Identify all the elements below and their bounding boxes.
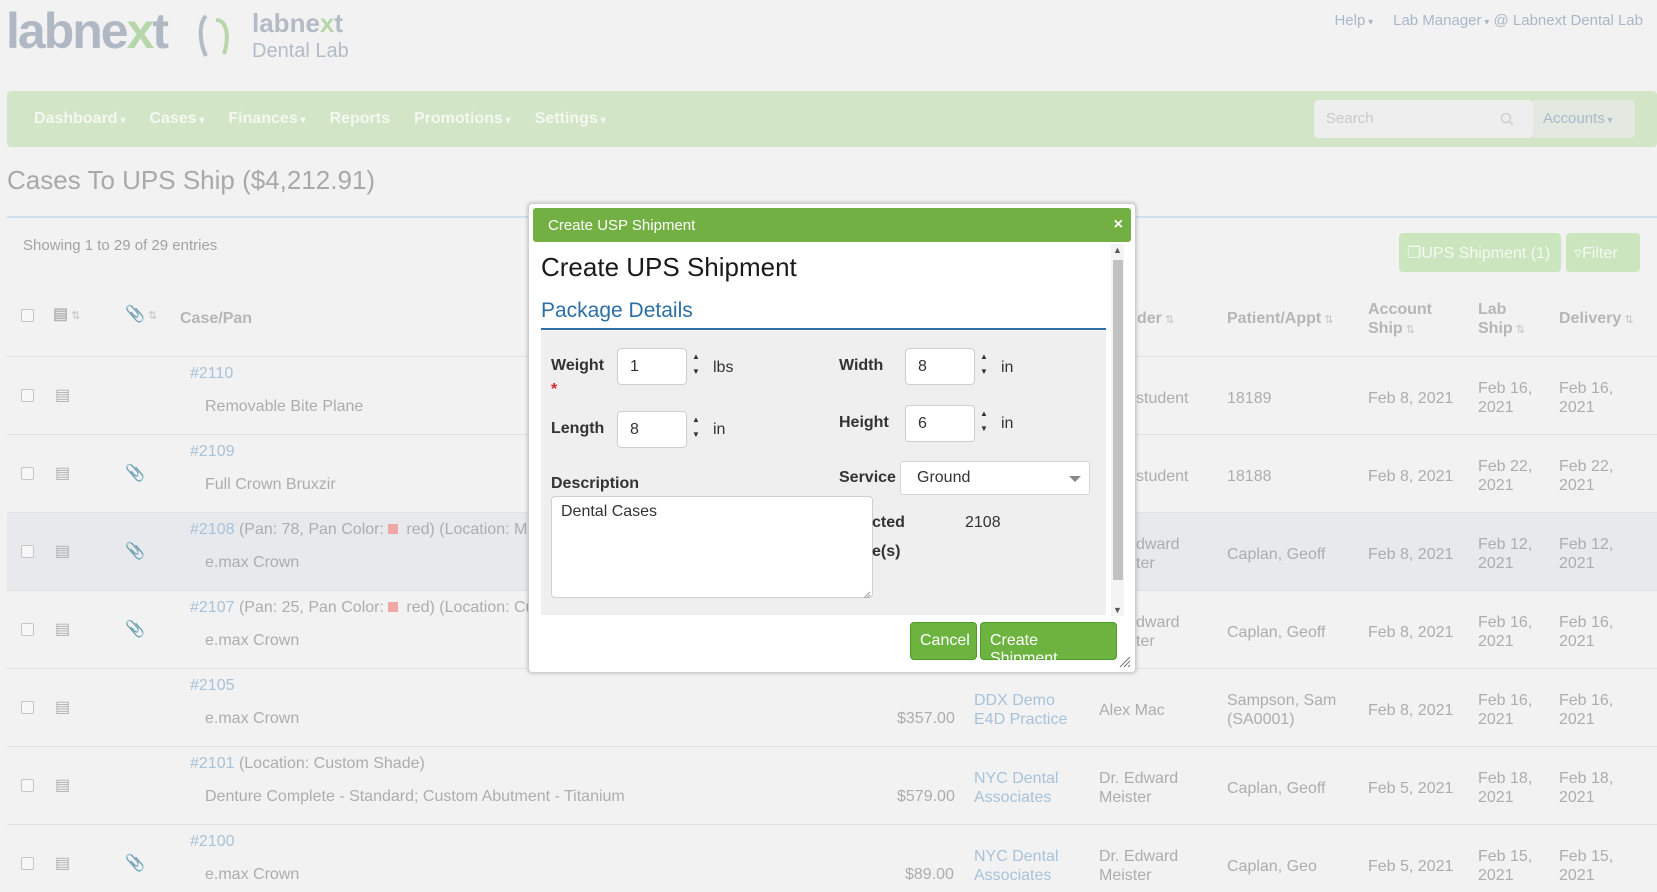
dialog-resize-icon[interactable] xyxy=(1119,656,1131,668)
section-divider xyxy=(541,328,1106,330)
description-label: Description xyxy=(551,475,640,492)
scroll-thumb[interactable] xyxy=(1113,260,1123,580)
weight-input[interactable]: 1 xyxy=(617,348,687,385)
dialog-heading: Create UPS Shipment xyxy=(541,252,797,282)
scroll-up-icon[interactable]: ▲ xyxy=(1112,244,1123,256)
height-stepper[interactable]: ▲ ▼ xyxy=(979,406,989,436)
dialog-title-bar[interactable]: Create USP Shipment × xyxy=(533,208,1131,242)
dialog-scrollbar[interactable]: ▲ ▼ xyxy=(1111,244,1124,616)
required-mark: * xyxy=(551,381,558,398)
close-icon[interactable]: × xyxy=(1114,216,1123,234)
scroll-down-icon[interactable]: ▼ xyxy=(1112,604,1123,616)
length-input[interactable]: 8 xyxy=(617,411,687,448)
resize-grip-icon[interactable] xyxy=(863,591,871,599)
width-unit: in xyxy=(1001,359,1014,376)
height-input[interactable]: 6 xyxy=(905,405,975,442)
length-stepper[interactable]: ▲ ▼ xyxy=(691,412,701,442)
selected-case-number: 2108 xyxy=(965,514,1001,531)
length-unit: in xyxy=(713,421,726,438)
service-label: Service xyxy=(839,469,896,486)
weight-unit: lbs xyxy=(713,359,734,376)
weight-stepper[interactable]: ▲ ▼ xyxy=(691,349,701,379)
chevron-down-icon xyxy=(1069,476,1081,482)
dialog-body: Create UPS Shipment Package Details Weig… xyxy=(533,244,1123,616)
description-textarea[interactable]: Dental Cases xyxy=(551,496,873,598)
create-shipment-dialog: Create USP Shipment × Create UPS Shipmen… xyxy=(528,203,1136,673)
service-select[interactable]: Ground xyxy=(900,461,1090,495)
width-label: Width xyxy=(839,357,884,374)
section-heading: Package Details xyxy=(541,299,693,322)
height-unit: in xyxy=(1001,415,1014,432)
cancel-button[interactable]: Cancel xyxy=(910,622,977,660)
package-form: Weight * 1 ▲ ▼ lbs Length 8 ▲ ▼ in Width 8… xyxy=(541,331,1106,615)
create-shipment-button[interactable]: Create Shipment xyxy=(980,622,1117,667)
length-label: Length xyxy=(551,420,605,437)
width-input[interactable]: 8 xyxy=(905,348,975,385)
height-label: Height xyxy=(839,414,889,431)
selected-cases-label-2: e(s) xyxy=(872,543,901,560)
width-stepper[interactable]: ▲ ▼ xyxy=(979,349,989,379)
selected-cases-label-1: cted xyxy=(872,514,905,531)
weight-label: Weight xyxy=(551,357,605,374)
service-selected-value: Ground xyxy=(917,469,971,486)
dialog-title: Create USP Shipment xyxy=(548,217,696,234)
